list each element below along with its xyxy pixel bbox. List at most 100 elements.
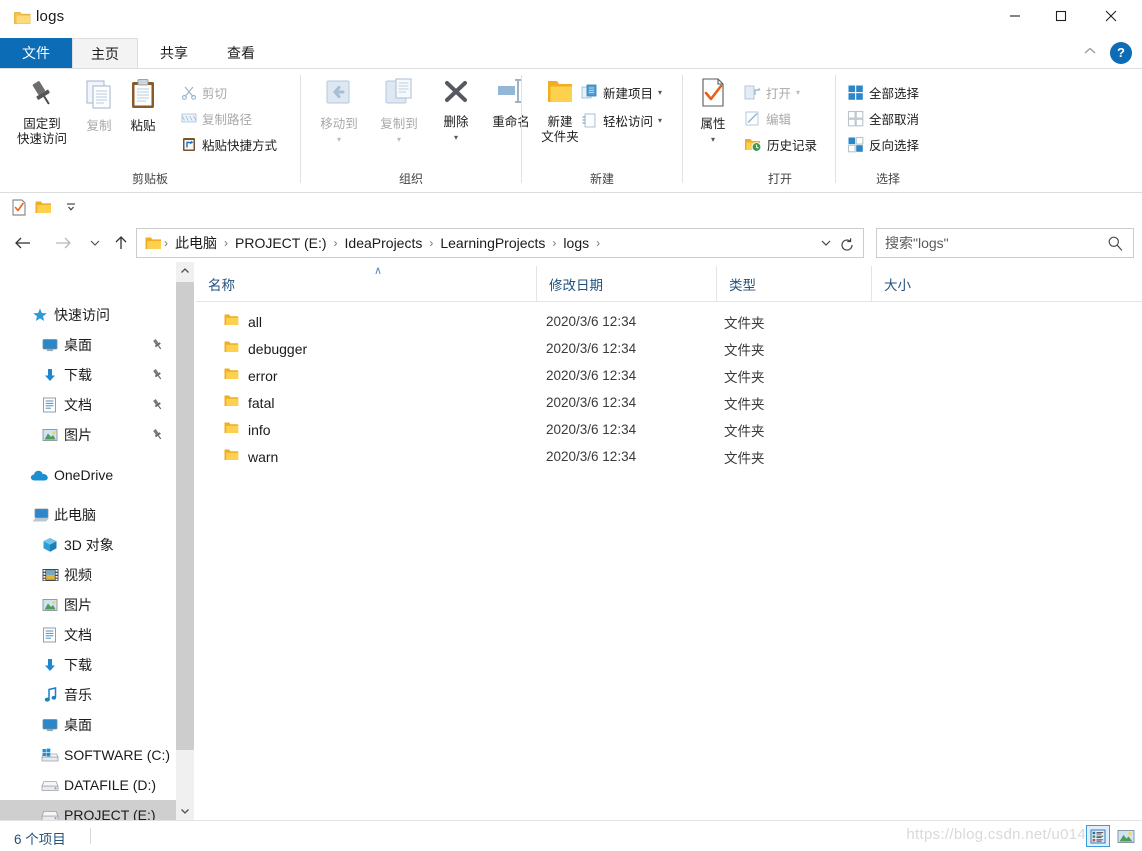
address-dropdown-button[interactable] xyxy=(819,237,833,251)
forward-button[interactable] xyxy=(50,226,76,260)
sidebar-item-datafile-d[interactable]: DATAFILE (D:) xyxy=(0,770,178,800)
breadcrumb-learningprojects[interactable]: LearningProjects xyxy=(435,233,550,253)
table-row[interactable]: all 2020/3/6 12:34 文件夹 xyxy=(196,308,1142,335)
sidebar-item-onedrive[interactable]: OneDrive xyxy=(0,460,178,490)
pin-to-quick-access-button[interactable]: 固定到 快速访问 xyxy=(8,77,76,147)
ribbon-group-organize: 移动到 ▾ 复制到 ▾ 删除 ▾ 重命名 组织 xyxy=(301,69,530,193)
tab-file[interactable]: 文件 xyxy=(0,38,72,68)
qat-properties-button[interactable] xyxy=(8,197,30,217)
up-button[interactable] xyxy=(108,226,134,260)
delete-button[interactable]: 删除 ▾ xyxy=(435,77,477,145)
sidebar-item-label: 音乐 xyxy=(64,687,92,703)
sidebar-item-this-pc[interactable]: 此电脑 xyxy=(0,500,178,530)
copy-to-button[interactable]: 复制到 ▾ xyxy=(371,77,427,147)
breadcrumb-this-pc[interactable]: 此电脑 xyxy=(170,231,222,255)
tab-view[interactable]: 查看 xyxy=(208,38,274,68)
sidebar-item-label: 视频 xyxy=(64,567,92,583)
close-button[interactable] xyxy=(1088,0,1134,32)
sidebar-item-quick-access[interactable]: 快速访问 xyxy=(0,300,178,330)
new-item-button[interactable]: 新建项目 ▾ xyxy=(578,81,665,103)
maximize-button[interactable] xyxy=(1038,0,1084,32)
scroll-down-button[interactable] xyxy=(176,802,194,820)
folder-icon xyxy=(224,367,239,386)
file-type: 文件夹 xyxy=(724,342,765,358)
table-row[interactable]: fatal 2020/3/6 12:34 文件夹 xyxy=(196,389,1142,416)
sidebar-item-documents-pc[interactable]: 文档 xyxy=(0,620,178,650)
large-icons-view-button[interactable] xyxy=(1114,825,1138,847)
move-to-button[interactable]: 移动到 ▾ xyxy=(311,77,367,147)
table-row[interactable]: error 2020/3/6 12:34 文件夹 xyxy=(196,362,1142,389)
table-row[interactable]: info 2020/3/6 12:34 文件夹 xyxy=(196,416,1142,443)
pin-label-line2: 快速访问 xyxy=(16,132,67,146)
ribbon-group-select-label: 选择 xyxy=(875,172,900,186)
properties-button[interactable]: 属性 ▾ xyxy=(691,77,735,147)
history-button[interactable]: 历史记录 xyxy=(741,133,820,155)
invert-selection-button[interactable]: 反向选择 xyxy=(844,133,922,155)
sidebar-item-project-e[interactable]: PROJECT (E:) xyxy=(0,800,178,820)
paste-shortcut-label: 粘贴快捷方式 xyxy=(202,138,278,153)
scroll-up-button[interactable] xyxy=(176,262,194,280)
sidebar-item-documents[interactable]: 文档 xyxy=(0,390,178,420)
table-row[interactable]: debugger 2020/3/6 12:34 文件夹 xyxy=(196,335,1142,362)
open-button[interactable]: 打开 ▾ xyxy=(741,81,803,103)
back-button[interactable] xyxy=(10,226,36,260)
qat-new-folder-button[interactable] xyxy=(32,197,54,217)
select-none-button[interactable]: 全部取消 xyxy=(844,107,922,129)
tab-view-label: 查看 xyxy=(227,45,255,61)
details-view-button[interactable] xyxy=(1086,825,1110,847)
breadcrumb-project-e[interactable]: PROJECT (E:) xyxy=(230,233,332,253)
address-bar[interactable]: › 此电脑 › PROJECT (E:) › IdeaProjects › Le… xyxy=(136,228,864,258)
column-header-date[interactable]: 修改日期 xyxy=(536,266,716,301)
paste-shortcut-button[interactable]: 粘贴快捷方式 xyxy=(178,133,280,155)
move-to-label: 移动到 xyxy=(320,117,358,131)
invert-selection-icon xyxy=(847,136,864,152)
qat-customize-button[interactable] xyxy=(60,197,82,217)
pin-icon[interactable] xyxy=(151,368,164,384)
sidebar-item-videos[interactable]: 视频 xyxy=(0,560,178,590)
large-icons-view-icon xyxy=(1117,829,1135,843)
navigation-pane: 快速访问 桌面 下载 文档 图片 OneDrive 此电脑 3D 对象 视频 图… xyxy=(0,262,178,820)
sidebar-item-downloads[interactable]: 下载 xyxy=(0,360,178,390)
breadcrumb-ideaprojects[interactable]: IdeaProjects xyxy=(340,233,428,253)
cut-button[interactable]: 剪切 xyxy=(178,81,230,103)
scrollbar-thumb[interactable] xyxy=(176,282,194,750)
easy-access-button[interactable]: 轻松访问 ▾ xyxy=(578,109,665,131)
paste-button[interactable]: 粘贴 xyxy=(124,77,162,134)
search-input[interactable]: 搜索"logs" xyxy=(877,233,949,253)
sidebar-item-pictures[interactable]: 图片 xyxy=(0,420,178,450)
sidebar-item-downloads-pc[interactable]: 下载 xyxy=(0,650,178,680)
breadcrumb-logs[interactable]: logs xyxy=(558,233,594,253)
pin-icon[interactable] xyxy=(151,338,164,354)
desktop-icon xyxy=(42,718,58,732)
pin-icon[interactable] xyxy=(151,428,164,444)
column-header-type[interactable]: 类型 xyxy=(716,266,871,301)
sidebar-item-software-c[interactable]: SOFTWARE (C:) xyxy=(0,740,178,770)
minimize-button[interactable] xyxy=(992,0,1038,32)
tab-home[interactable]: 主页 xyxy=(72,38,138,68)
document-icon xyxy=(42,397,57,413)
sidebar-item-3d-objects[interactable]: 3D 对象 xyxy=(0,530,178,560)
watermark-text: https://blog.csdn.net/u014 xyxy=(906,826,1086,843)
sidebar-item-desktop-pc[interactable]: 桌面 xyxy=(0,710,178,740)
refresh-button[interactable] xyxy=(835,234,859,256)
help-button[interactable]: ? xyxy=(1110,42,1132,64)
edit-button[interactable]: 编辑 xyxy=(741,107,794,129)
column-header-size-label: 大小 xyxy=(884,277,911,293)
chevron-down-icon xyxy=(90,240,100,246)
copy-button[interactable]: 复制 xyxy=(80,77,118,134)
search-box[interactable]: 搜索"logs" xyxy=(876,228,1134,258)
collapse-ribbon-button[interactable] xyxy=(1082,44,1102,62)
copy-path-button[interactable]: \\\\ 复制路径 xyxy=(178,107,255,129)
sidebar-item-music[interactable]: 音乐 xyxy=(0,680,178,710)
table-row[interactable]: warn 2020/3/6 12:34 文件夹 xyxy=(196,443,1142,470)
column-header-name[interactable]: 名称 xyxy=(196,266,536,301)
select-all-button[interactable]: 全部选择 xyxy=(844,81,922,103)
pin-icon[interactable] xyxy=(151,398,164,414)
sidebar-item-desktop[interactable]: 桌面 xyxy=(0,330,178,360)
tab-share[interactable]: 共享 xyxy=(140,38,208,68)
recent-locations-button[interactable] xyxy=(82,226,108,260)
column-header-size[interactable]: 大小 xyxy=(871,266,971,301)
navigation-pane-scrollbar[interactable] xyxy=(176,262,194,820)
select-all-icon xyxy=(848,85,863,100)
sidebar-item-pictures-pc[interactable]: 图片 xyxy=(0,590,178,620)
